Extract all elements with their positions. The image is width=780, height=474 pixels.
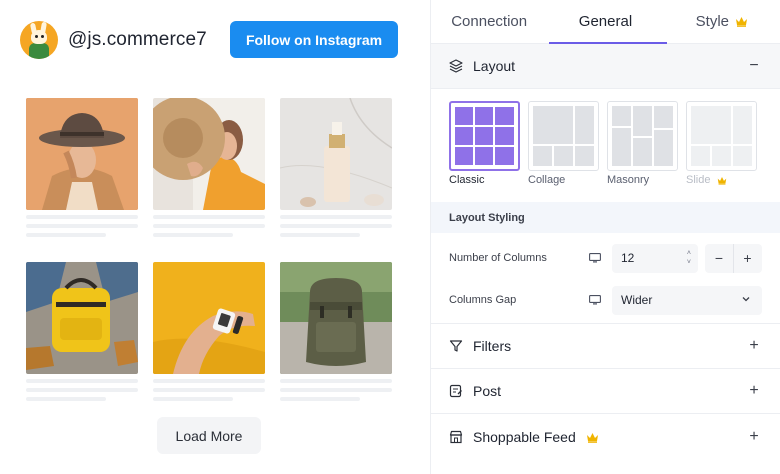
columns-row: Number of Columns 12 ˄ ˅ − + [431, 238, 780, 278]
chevron-down-icon [742, 296, 750, 301]
post-image[interactable] [26, 262, 138, 374]
post-image[interactable] [153, 262, 265, 374]
section-shoppable-label: Shoppable Feed [473, 429, 748, 445]
section-filters-label: Filters [473, 338, 512, 354]
section-layout[interactable]: Layout − [431, 44, 780, 89]
post-card[interactable] [280, 262, 392, 401]
post-card[interactable] [280, 98, 392, 237]
section-shoppable-feed[interactable]: Shoppable Feed + [431, 414, 780, 459]
gap-label: Columns Gap [449, 294, 517, 306]
expand-icon[interactable]: + [748, 428, 760, 446]
layout-option-slide[interactable]: Slide [686, 101, 757, 186]
settings-panel: Connection General Style Layout − Classi… [430, 0, 780, 474]
increment-button[interactable]: + [733, 243, 761, 273]
post-card[interactable] [26, 98, 138, 237]
layout-styling-heading: Layout Styling [431, 202, 780, 233]
crown-icon [717, 176, 726, 185]
storefront-icon [449, 430, 463, 443]
gap-row: Columns Gap Wider [431, 280, 780, 320]
gap-select[interactable]: Wider [612, 285, 762, 315]
layout-label-masonry: Masonry [607, 174, 650, 186]
collapse-icon[interactable]: − [748, 57, 760, 75]
profile-header: @js.commerce7 [20, 20, 207, 60]
post-image[interactable] [280, 262, 392, 374]
post-image[interactable] [26, 98, 138, 210]
feed-preview: @js.commerce7 Follow on Instagram Load M… [0, 0, 430, 474]
avatar [20, 21, 58, 59]
layers-icon [449, 59, 463, 73]
crown-icon [586, 433, 598, 444]
tab-general[interactable]: General [547, 0, 663, 43]
follow-button[interactable]: Follow on Instagram [230, 21, 398, 58]
expand-icon[interactable]: + [748, 337, 760, 355]
post-image[interactable] [153, 98, 265, 210]
post-icon [449, 384, 462, 398]
post-card[interactable] [153, 98, 265, 237]
post-image[interactable] [280, 98, 392, 210]
tab-style[interactable]: Style [664, 0, 780, 43]
section-layout-label: Layout [473, 58, 516, 74]
desktop-icon [589, 253, 601, 263]
filter-icon [449, 340, 463, 352]
active-tab-indicator [549, 42, 667, 44]
layout-option-classic[interactable]: Classic [449, 101, 520, 186]
section-post[interactable]: Post + [431, 369, 780, 414]
expand-icon[interactable]: + [748, 382, 760, 400]
layout-label-collage: Collage [528, 174, 566, 186]
layout-options: Classic Collage Masonry Slide [431, 89, 780, 202]
layout-thumb-slide[interactable] [686, 101, 757, 171]
columns-stepper: − + [705, 243, 762, 273]
settings-tabs: Connection General Style [431, 0, 780, 44]
section-filters[interactable]: Filters + [431, 324, 780, 369]
layout-styling-fields: Number of Columns 12 ˄ ˅ − + Columns Gap … [431, 233, 780, 324]
post-card[interactable] [153, 262, 265, 401]
layout-label-slide: Slide [686, 174, 757, 186]
layout-thumb-classic[interactable] [449, 101, 520, 171]
tab-connection[interactable]: Connection [431, 0, 547, 43]
columns-label: Number of Columns [449, 252, 547, 264]
layout-thumb-collage[interactable] [528, 101, 599, 171]
layout-thumb-masonry[interactable] [607, 101, 678, 171]
profile-handle: @js.commerce7 [68, 29, 207, 50]
crown-icon [736, 17, 747, 27]
columns-input[interactable]: 12 ˄ ˅ [612, 243, 698, 273]
layout-option-collage[interactable]: Collage [528, 101, 599, 186]
layout-label-classic: Classic [449, 174, 485, 186]
desktop-icon [589, 295, 601, 305]
spinner-icon[interactable]: ˄ ˅ [687, 249, 691, 267]
load-more-button[interactable]: Load More [157, 417, 261, 454]
section-post-label: Post [473, 383, 502, 399]
layout-option-masonry[interactable]: Masonry [607, 101, 678, 186]
post-card[interactable] [26, 262, 138, 401]
decrement-button[interactable]: − [705, 244, 733, 273]
